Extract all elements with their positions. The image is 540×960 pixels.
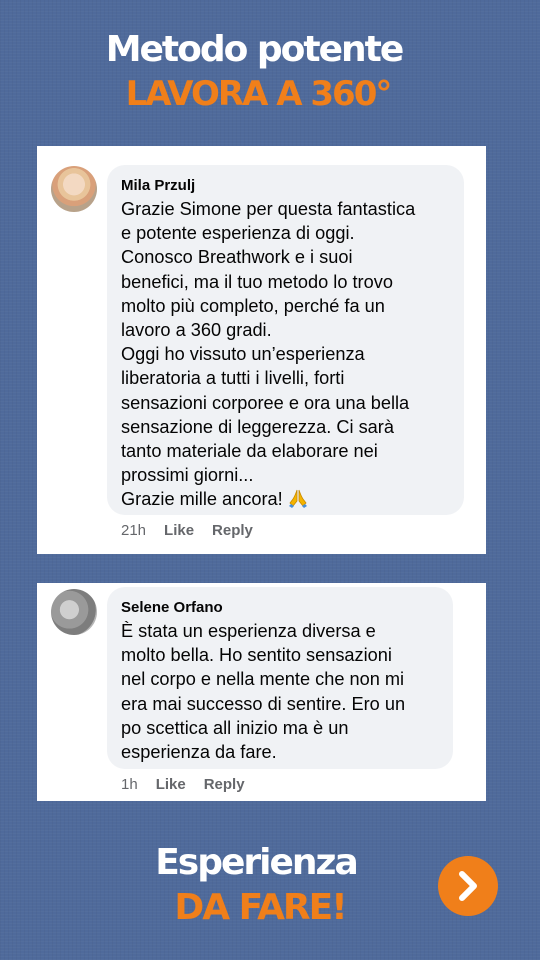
comment-line: prossimi giorni... [121,465,254,486]
comment-line: tanto materiale da elaborare nei [121,441,378,462]
like-button[interactable]: Like [164,522,194,539]
reply-button[interactable]: Reply [204,776,245,793]
comment-line: Conosco Breathwork e i suoi [121,247,353,268]
comment-author[interactable]: Mila Przulj [121,177,450,195]
next-button[interactable] [438,856,498,916]
avatar[interactable] [51,166,97,212]
comment-line: liberatoria a tutti i livelli, forti [121,368,345,389]
comment-line: e potente esperienza di oggi. [121,223,355,244]
comment-actions: 21h Like Reply [121,522,271,539]
comment-card: Mila Przulj Grazie Simone per questa fan… [37,146,486,554]
comment-timestamp[interactable]: 1h [121,776,138,793]
comment-line: nel corpo e nella mente che non mi [121,669,405,690]
comment-line: sensazioni corporee e ora una bella [121,392,410,413]
folded-hands-icon [287,488,309,509]
avatar[interactable] [51,589,97,635]
comment-line: Grazie Simone per questa fantastica [121,199,416,219]
like-button[interactable]: Like [156,776,186,793]
comment-line: era mai successo di sentire. Ero un [121,693,406,714]
comment-line: esperienza da fare. [121,742,277,763]
comment-line-last: Grazie mille ancora! [121,487,450,511]
comment-line: Oggi ho vissuto un’esperienza [121,344,365,365]
headline-title: Metodo potente [105,29,405,70]
headline-subtitle: LAVORA A 360° [125,74,393,114]
comment-line: È stata un esperienza diversa e [121,621,376,641]
reply-button[interactable]: Reply [212,522,253,539]
chevron-right-icon [459,871,477,901]
comment-line: benefici, ma il tuo metodo lo trovo [121,271,393,292]
comment-bubble: Mila Przulj Grazie Simone per questa fan… [107,165,464,515]
comment-line: sensazione di leggerezza. Ci sarà [121,416,394,437]
comment-line: lavoro a 360 gradi. [121,320,272,341]
comment-text: È stata un esperienza diversa e molto be… [121,619,439,764]
comment-author[interactable]: Selene Orfano [121,599,439,617]
comment-line: molto più completo, perché fa un [121,295,385,316]
comment-line: molto bella. Ho sentito sensazioni [121,645,392,666]
comment-card: Selene Orfano È stata un esperienza dive… [37,583,486,801]
comment-actions: 1h Like Reply [121,776,263,793]
comment-line-text: Grazie mille ancora! [121,489,283,510]
comment-text: Grazie Simone per questa fantastica e po… [121,197,450,512]
comment-timestamp[interactable]: 21h [121,522,146,539]
comment-bubble: Selene Orfano È stata un esperienza dive… [107,587,453,769]
comment-line: po scettica all inizio ma è un [121,717,349,738]
